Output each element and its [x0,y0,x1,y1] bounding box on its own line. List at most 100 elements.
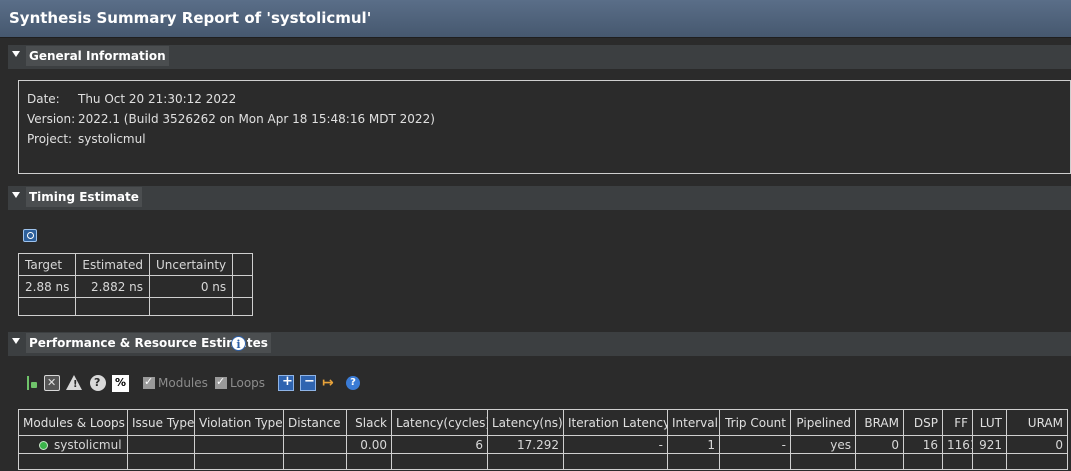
clock-help-icon[interactable] [90,375,106,391]
timing-value-row: 2.88 ns 2.882 ns 0 ns [17,275,254,298]
violation-type-cell [194,435,284,454]
blank-cell [391,453,488,470]
loops-checkbox-label: Loops [230,376,266,390]
timing-estimate-title: Timing Estimate [26,187,142,207]
col-interval[interactable]: Interval [667,409,720,436]
expand-all-icon[interactable] [278,374,294,391]
interval-cell: 1 [667,435,720,454]
blank-cell [719,453,791,470]
modules-checkbox[interactable]: Modules [143,374,208,391]
collapse-all-icon[interactable] [300,374,316,391]
blank-cell [1006,453,1068,470]
col-latency-ns[interactable]: Latency(ns) [487,409,564,436]
bram-cell: 0 [855,435,904,454]
blank-cell [855,453,904,470]
col-trip-count[interactable]: Trip Count [719,409,791,436]
col-ff[interactable]: FF [942,409,973,436]
latency-cycles-cell: 6 [391,435,488,454]
modules-checkbox-label: Modules [158,376,208,390]
module-name: systolicmul [54,437,122,452]
timing-table: Target Estimated Uncertainty 2.88 ns 2.8… [17,253,254,316]
blank-cell [487,453,564,470]
collapse-triangle-icon[interactable] [12,192,20,198]
blank-cell [127,453,195,470]
blank-cell [942,453,973,470]
timing-estimate-header[interactable]: Timing Estimate [8,186,1071,210]
trip-count-cell: - [719,435,791,454]
col-issue-type[interactable]: Issue Type [127,409,195,436]
col-pipelined[interactable]: Pipelined [790,409,856,436]
timing-empty-cell [17,297,77,316]
status-ok-icon [39,440,48,450]
timing-empty-cell [232,275,254,298]
hierarchy-tree-icon[interactable] [24,375,40,391]
pipelined-cell: yes [790,435,856,454]
blank-cell [903,453,943,470]
col-uram[interactable]: URAM [1006,409,1068,436]
info-icon[interactable]: i [231,336,246,351]
timing-empty-cell [75,297,151,316]
col-slack[interactable]: Slack [346,409,392,436]
table-row-blank [18,453,1068,470]
timing-col-target: Target [17,253,77,276]
iteration-latency-cell: - [563,435,668,454]
percent-toggle-icon[interactable]: % [112,375,129,392]
checkbox-icon[interactable] [215,374,227,390]
timing-col-estimated: Estimated [75,253,151,276]
blank-cell [346,453,392,470]
latency-ns-cell: 17.292 [487,435,564,454]
timing-blank-row [17,297,254,316]
timing-empty-cell [149,297,234,316]
timing-empty-cell [232,297,254,316]
uram-cell: 0 [1006,435,1068,454]
col-latency-cycles[interactable]: Latency(cycles) [391,409,488,436]
timing-header-row: Target Estimated Uncertainty [17,253,254,276]
report-title-bar: Synthesis Summary Report of 'systolicmul… [0,0,1071,38]
perf-table: Modules & Loops Issue Type Violation Typ… [18,409,1068,470]
collapse-triangle-icon[interactable] [12,51,20,57]
col-iteration-latency[interactable]: Iteration Latency [563,409,668,436]
table-row[interactable]: systolicmul 0.00 6 17.292 - 1 - yes 0 16… [18,435,1068,454]
blank-cell [563,453,668,470]
info-value: Thu Oct 20 21:30:12 2022 [78,92,237,106]
timing-col-uncertainty: Uncertainty [149,253,234,276]
checkbox-icon[interactable] [143,374,155,390]
lut-cell: 921 [972,435,1007,454]
ff-cell: 1161 [942,435,973,454]
blank-cell [283,453,347,470]
info-key: Project: [27,132,73,146]
timing-refresh-icon[interactable] [23,229,37,242]
info-key: Date: [27,92,60,106]
slack-cell: 0.00 [346,435,392,454]
col-dsp[interactable]: DSP [903,409,943,436]
info-value: systolicmul [78,132,146,146]
dsp-cell: 16 [903,435,943,454]
perf-estimates-header[interactable]: Performance & Resource Estimates i [8,332,1071,356]
info-value: 2022.1 (Build 3526262 on Mon Apr 18 15:4… [78,112,435,126]
help-icon[interactable]: ? [346,376,360,390]
timing-col-empty [232,253,254,276]
blank-cell [194,453,284,470]
blank-cell [972,453,1007,470]
timing-estimated-value: 2.882 ns [75,275,151,298]
timing-target-value: 2.88 ns [17,275,77,298]
loops-checkbox[interactable]: Loops [215,374,266,391]
module-name-cell[interactable]: systolicmul [18,435,128,454]
blank-cell [18,453,128,470]
col-violation-type[interactable]: Violation Type [194,409,284,436]
collapse-triangle-icon[interactable] [12,338,20,344]
general-info-title: General Information [26,46,169,66]
col-distance[interactable]: Distance [283,409,347,436]
warning-mark: ! [73,379,78,390]
general-info-panel: Date: Thu Oct 20 21:30:12 2022 Version: … [18,80,1071,174]
critical-path-icon[interactable]: ↦ [322,375,338,391]
col-bram[interactable]: BRAM [855,409,904,436]
info-key: Version: [27,112,76,126]
network-icon[interactable] [44,375,60,391]
distance-cell [283,435,347,454]
col-lut[interactable]: LUT [972,409,1007,436]
blank-cell [667,453,720,470]
issue-type-cell [127,435,195,454]
general-info-header[interactable]: General Information [8,45,1071,69]
col-modules-loops[interactable]: Modules & Loops [18,409,128,436]
